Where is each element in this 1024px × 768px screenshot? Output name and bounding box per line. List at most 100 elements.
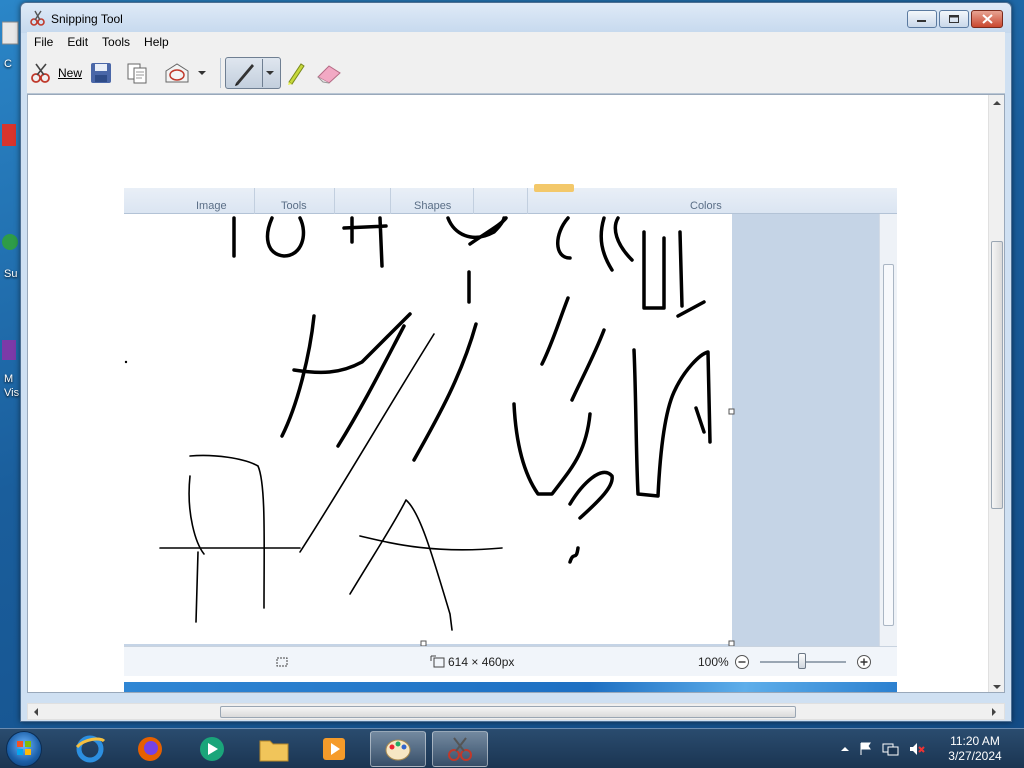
pen-icon xyxy=(235,64,254,86)
volume-muted-icon[interactable] xyxy=(908,741,926,757)
action-center-flag-icon[interactable] xyxy=(858,741,874,757)
taskbar-media-player[interactable] xyxy=(306,731,362,767)
taskbar-ie[interactable] xyxy=(62,731,118,767)
show-hidden-icons-icon[interactable] xyxy=(840,745,850,753)
taskbar-explorer[interactable] xyxy=(246,731,302,767)
ribbon-divider xyxy=(473,188,474,214)
desktop-label: Su xyxy=(4,268,18,280)
paint-workspace xyxy=(124,214,897,647)
clock-time: 11:20 AM xyxy=(950,734,1000,748)
drawing-canvas xyxy=(124,214,732,644)
handwritten-strokes xyxy=(124,216,712,631)
highlighter-button[interactable] xyxy=(283,57,311,89)
minimize-icon xyxy=(917,20,926,22)
ribbon-divider xyxy=(254,188,255,214)
title-bar[interactable]: Snipping Tool xyxy=(21,3,1011,33)
horizontal-scroll-thumb[interactable] xyxy=(220,706,796,718)
scissors-icon xyxy=(29,9,47,27)
desktop-background-strip xyxy=(124,682,897,692)
scroll-left-icon[interactable] xyxy=(32,707,40,717)
ribbon-divider xyxy=(390,188,391,214)
captured-snip: Image Tools Shapes Colors 614 × 460px 10… xyxy=(124,184,897,692)
close-button[interactable] xyxy=(971,10,1003,28)
folder-icon xyxy=(259,740,289,762)
ribbon-divider xyxy=(334,188,335,214)
desktop-icon[interactable] xyxy=(1,20,20,50)
snip-scrollbar xyxy=(879,214,897,646)
toolbar-divider xyxy=(220,58,221,88)
new-label: New xyxy=(58,66,83,80)
eraser-button[interactable] xyxy=(315,57,345,89)
window-title: Snipping Tool xyxy=(51,12,123,26)
desktop-label: Vis xyxy=(4,387,20,399)
desktop-icon[interactable] xyxy=(2,120,20,150)
new-button[interactable]: New xyxy=(29,57,85,89)
network-icon[interactable] xyxy=(882,741,900,757)
internet-explorer-icon xyxy=(75,735,106,763)
resize-handle[interactable] xyxy=(728,408,736,416)
vertical-scroll-thumb[interactable] xyxy=(991,241,1003,509)
paint-icon xyxy=(385,739,411,761)
save-button[interactable] xyxy=(89,57,117,89)
windows-logo-icon xyxy=(17,741,31,755)
ribbon-group-colors: Colors xyxy=(690,200,722,212)
taskbar-media-app[interactable] xyxy=(184,731,240,767)
snip-canvas: Image Tools Shapes Colors 614 × 460px 10… xyxy=(27,94,1005,693)
ribbon-highlight xyxy=(534,184,574,192)
new-snip-icon xyxy=(31,63,50,83)
teal-app-icon xyxy=(200,737,224,761)
pen-button[interactable] xyxy=(225,57,281,89)
vertical-scrollbar[interactable] xyxy=(988,95,1004,692)
taskbar-firefox[interactable] xyxy=(122,731,178,767)
eraser-icon xyxy=(317,65,341,84)
menu-edit[interactable]: Edit xyxy=(60,32,95,52)
ribbon-divider xyxy=(527,188,528,214)
taskbar-paint[interactable] xyxy=(370,731,426,767)
highlighter-icon xyxy=(288,63,305,85)
menu-tools[interactable]: Tools xyxy=(95,32,137,52)
zoom-level: 100% xyxy=(698,655,729,669)
send-snip-button[interactable] xyxy=(163,57,213,89)
firefox-icon xyxy=(138,737,162,761)
desktop-label: M xyxy=(4,373,14,385)
maximize-button[interactable] xyxy=(939,10,969,28)
scroll-down-icon[interactable] xyxy=(992,683,1002,691)
image-dimensions: 614 × 460px xyxy=(448,655,515,669)
send-snip-icon xyxy=(165,63,189,83)
scroll-right-icon[interactable] xyxy=(990,707,998,717)
scissors-icon xyxy=(448,737,472,761)
selection-size-icon xyxy=(276,657,288,667)
canvas-size-icon xyxy=(430,655,445,668)
ribbon-group-tools: Tools xyxy=(281,200,307,212)
clock-date: 3/27/2024 xyxy=(948,749,1002,763)
chevron-down-icon[interactable] xyxy=(197,69,207,77)
minimize-button[interactable] xyxy=(907,10,937,28)
taskbar-snipping-tool[interactable] xyxy=(432,731,488,767)
zoom-in-icon xyxy=(857,655,871,669)
menu-help[interactable]: Help xyxy=(137,32,176,52)
system-tray xyxy=(840,729,926,768)
scroll-up-icon[interactable] xyxy=(992,99,1002,107)
desktop-icon[interactable] xyxy=(2,336,20,366)
ribbon-group-shapes: Shapes xyxy=(414,200,452,212)
zoom-out-icon xyxy=(735,655,749,669)
ribbon-group-image: Image xyxy=(196,200,227,212)
copy-icon xyxy=(127,63,147,84)
taskbar: 11:20 AM 3/27/2024 xyxy=(0,728,1024,768)
copy-button[interactable] xyxy=(125,57,153,89)
menu-file[interactable]: File xyxy=(27,32,60,52)
desktop-label: C xyxy=(4,58,12,70)
start-button[interactable] xyxy=(6,731,42,767)
toolbar: New xyxy=(27,52,1005,94)
zoom-slider-thumb xyxy=(798,653,806,669)
desktop-icon[interactable] xyxy=(2,228,20,258)
paint-status-bar: 614 × 460px 100% xyxy=(124,646,897,676)
chevron-down-icon[interactable] xyxy=(263,68,277,78)
maximize-icon xyxy=(948,14,959,23)
snipping-tool-window: Snipping Tool File Edit Tools Help New I… xyxy=(20,2,1012,722)
clock[interactable]: 11:20 AM 3/27/2024 xyxy=(940,734,1010,764)
horizontal-scrollbar[interactable] xyxy=(27,703,1005,720)
snip-scroll-thumb xyxy=(883,264,894,626)
paint-ribbon: Image Tools Shapes Colors xyxy=(124,184,897,214)
media-player-icon xyxy=(323,738,345,760)
